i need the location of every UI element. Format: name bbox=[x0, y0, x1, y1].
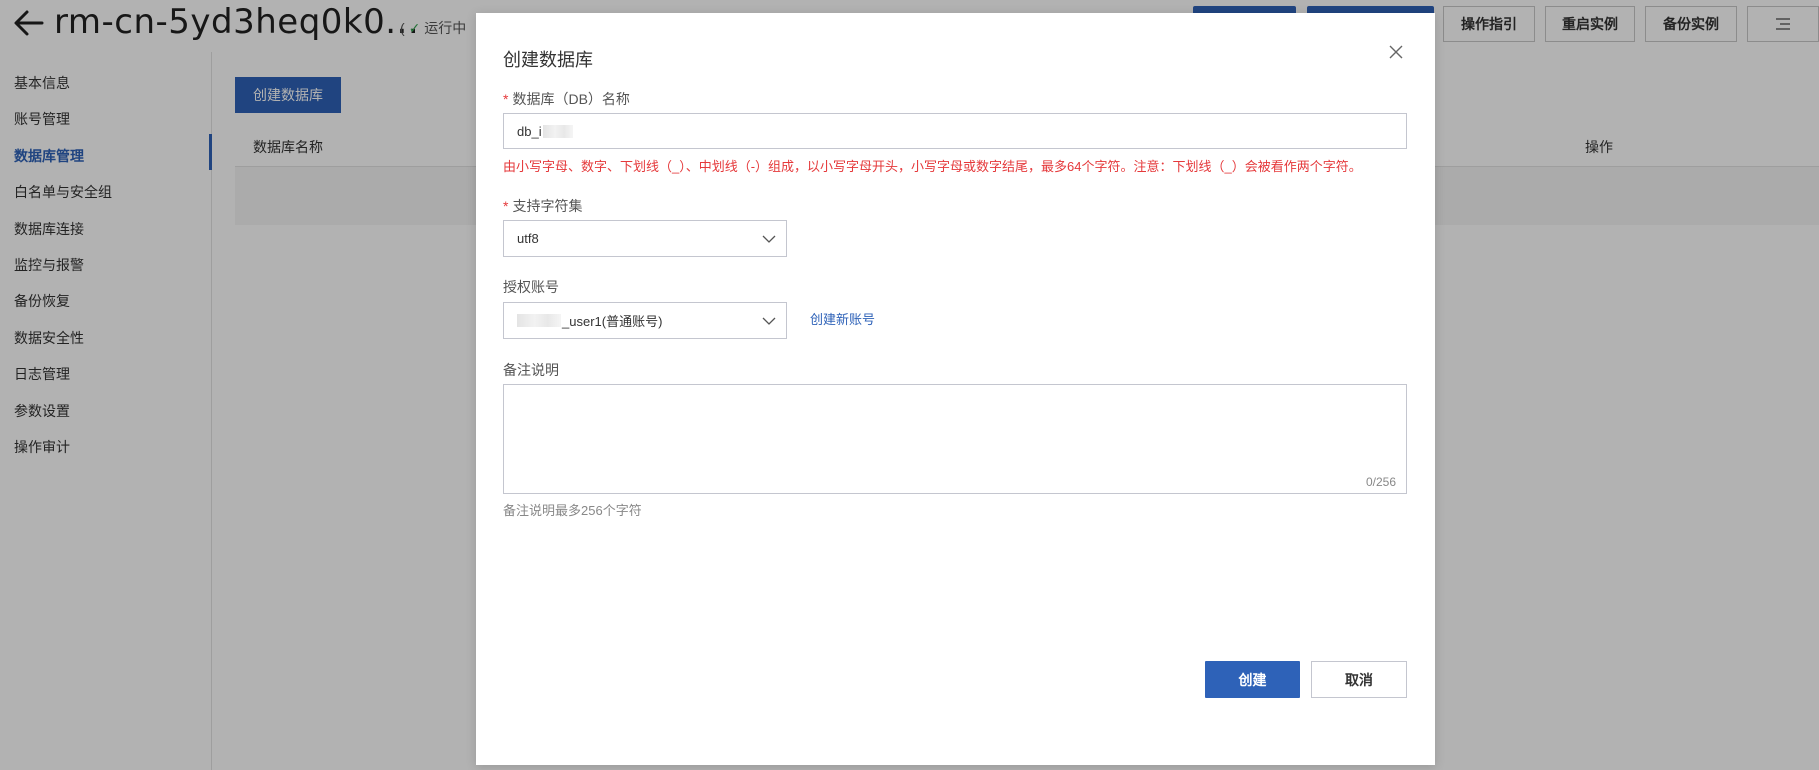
db-name-error: 由小写字母、数字、下划线（_）、中划线（-）组成，以小写字母开头，小写字母或数字… bbox=[503, 159, 1362, 174]
page: rm-cn-5yd3heq0k0... ( ✓ 运行中 操作指引 重启实例 备份实… bbox=[0, 0, 1819, 770]
char-counter: 0/256 bbox=[1365, 475, 1396, 489]
create-account-link[interactable]: 创建新账号 bbox=[810, 309, 875, 328]
remark-hint: 备注说明最多256个字符 bbox=[503, 503, 642, 518]
db-name-label: * 数据库（DB）名称 bbox=[503, 89, 630, 109]
required-mark: * bbox=[503, 198, 509, 214]
chevron-down-icon bbox=[762, 317, 776, 325]
charset-select[interactable]: utf8 bbox=[503, 220, 787, 257]
required-mark: * bbox=[503, 91, 509, 107]
close-icon[interactable] bbox=[1386, 42, 1406, 62]
remark-textarea[interactable]: 0/256 bbox=[503, 384, 1407, 494]
db-name-value: db_i bbox=[517, 123, 542, 139]
cancel-button[interactable]: 取消 bbox=[1311, 661, 1407, 698]
charset-label: * 支持字符集 bbox=[503, 196, 582, 216]
charset-label-text: 支持字符集 bbox=[512, 198, 583, 214]
chevron-down-icon bbox=[762, 235, 776, 243]
db-name-input[interactable]: db_i bbox=[503, 113, 1407, 149]
account-label: 授权账号 bbox=[503, 279, 559, 295]
remark-label: 备注说明 bbox=[503, 362, 559, 378]
account-value: _user1(普通账号) bbox=[562, 314, 663, 329]
charset-value: utf8 bbox=[517, 231, 539, 246]
redacted-text bbox=[517, 314, 561, 327]
dialog-title: 创建数据库 bbox=[503, 50, 593, 70]
db-name-label-text: 数据库（DB）名称 bbox=[512, 91, 630, 107]
redacted-text bbox=[542, 124, 573, 138]
create-database-dialog: 创建数据库 * 数据库（DB）名称 db_i 由小写字母、数字、下划线（_）、中划… bbox=[476, 13, 1435, 765]
account-select[interactable]: _user1(普通账号) bbox=[503, 302, 787, 339]
create-button[interactable]: 创建 bbox=[1205, 661, 1300, 698]
